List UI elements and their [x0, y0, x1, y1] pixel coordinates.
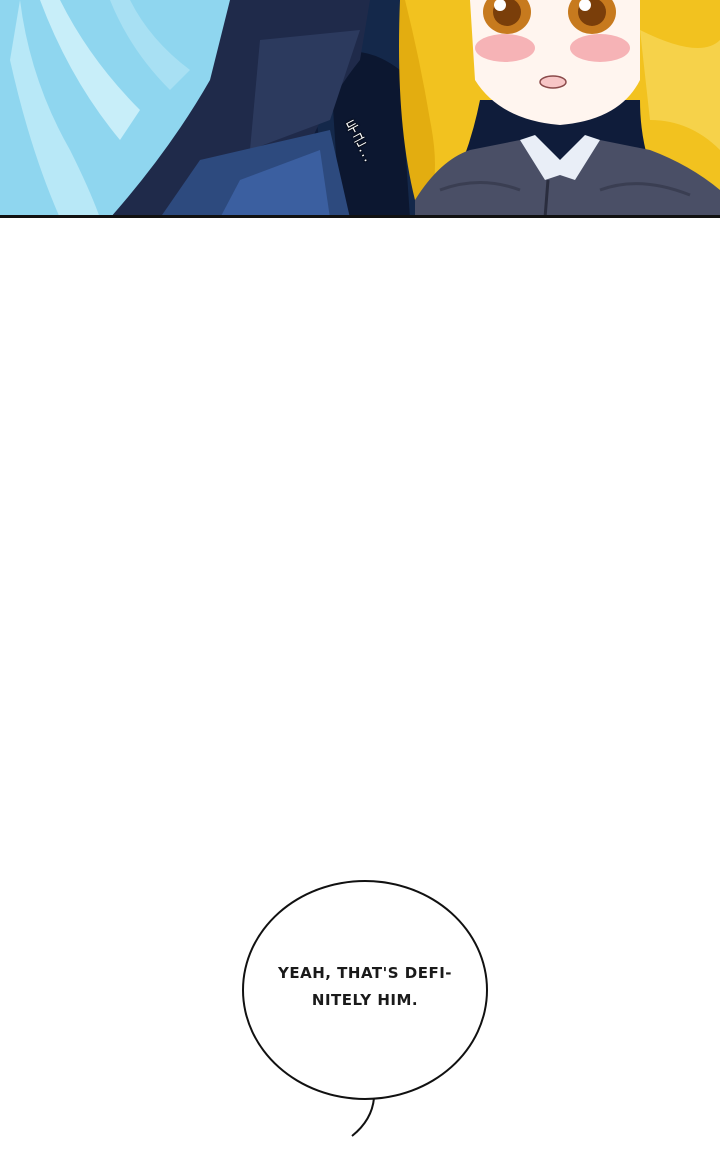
speech-bubble-text: YEAH, THAT'S DEFI-NITELY HIM.: [277, 964, 453, 1009]
speech-bubble: YEAH, THAT'S DEFI-NITELY HIM.: [242, 880, 488, 1100]
panel-artwork: [0, 0, 720, 215]
comic-panel-top: 두근...: [0, 0, 720, 218]
